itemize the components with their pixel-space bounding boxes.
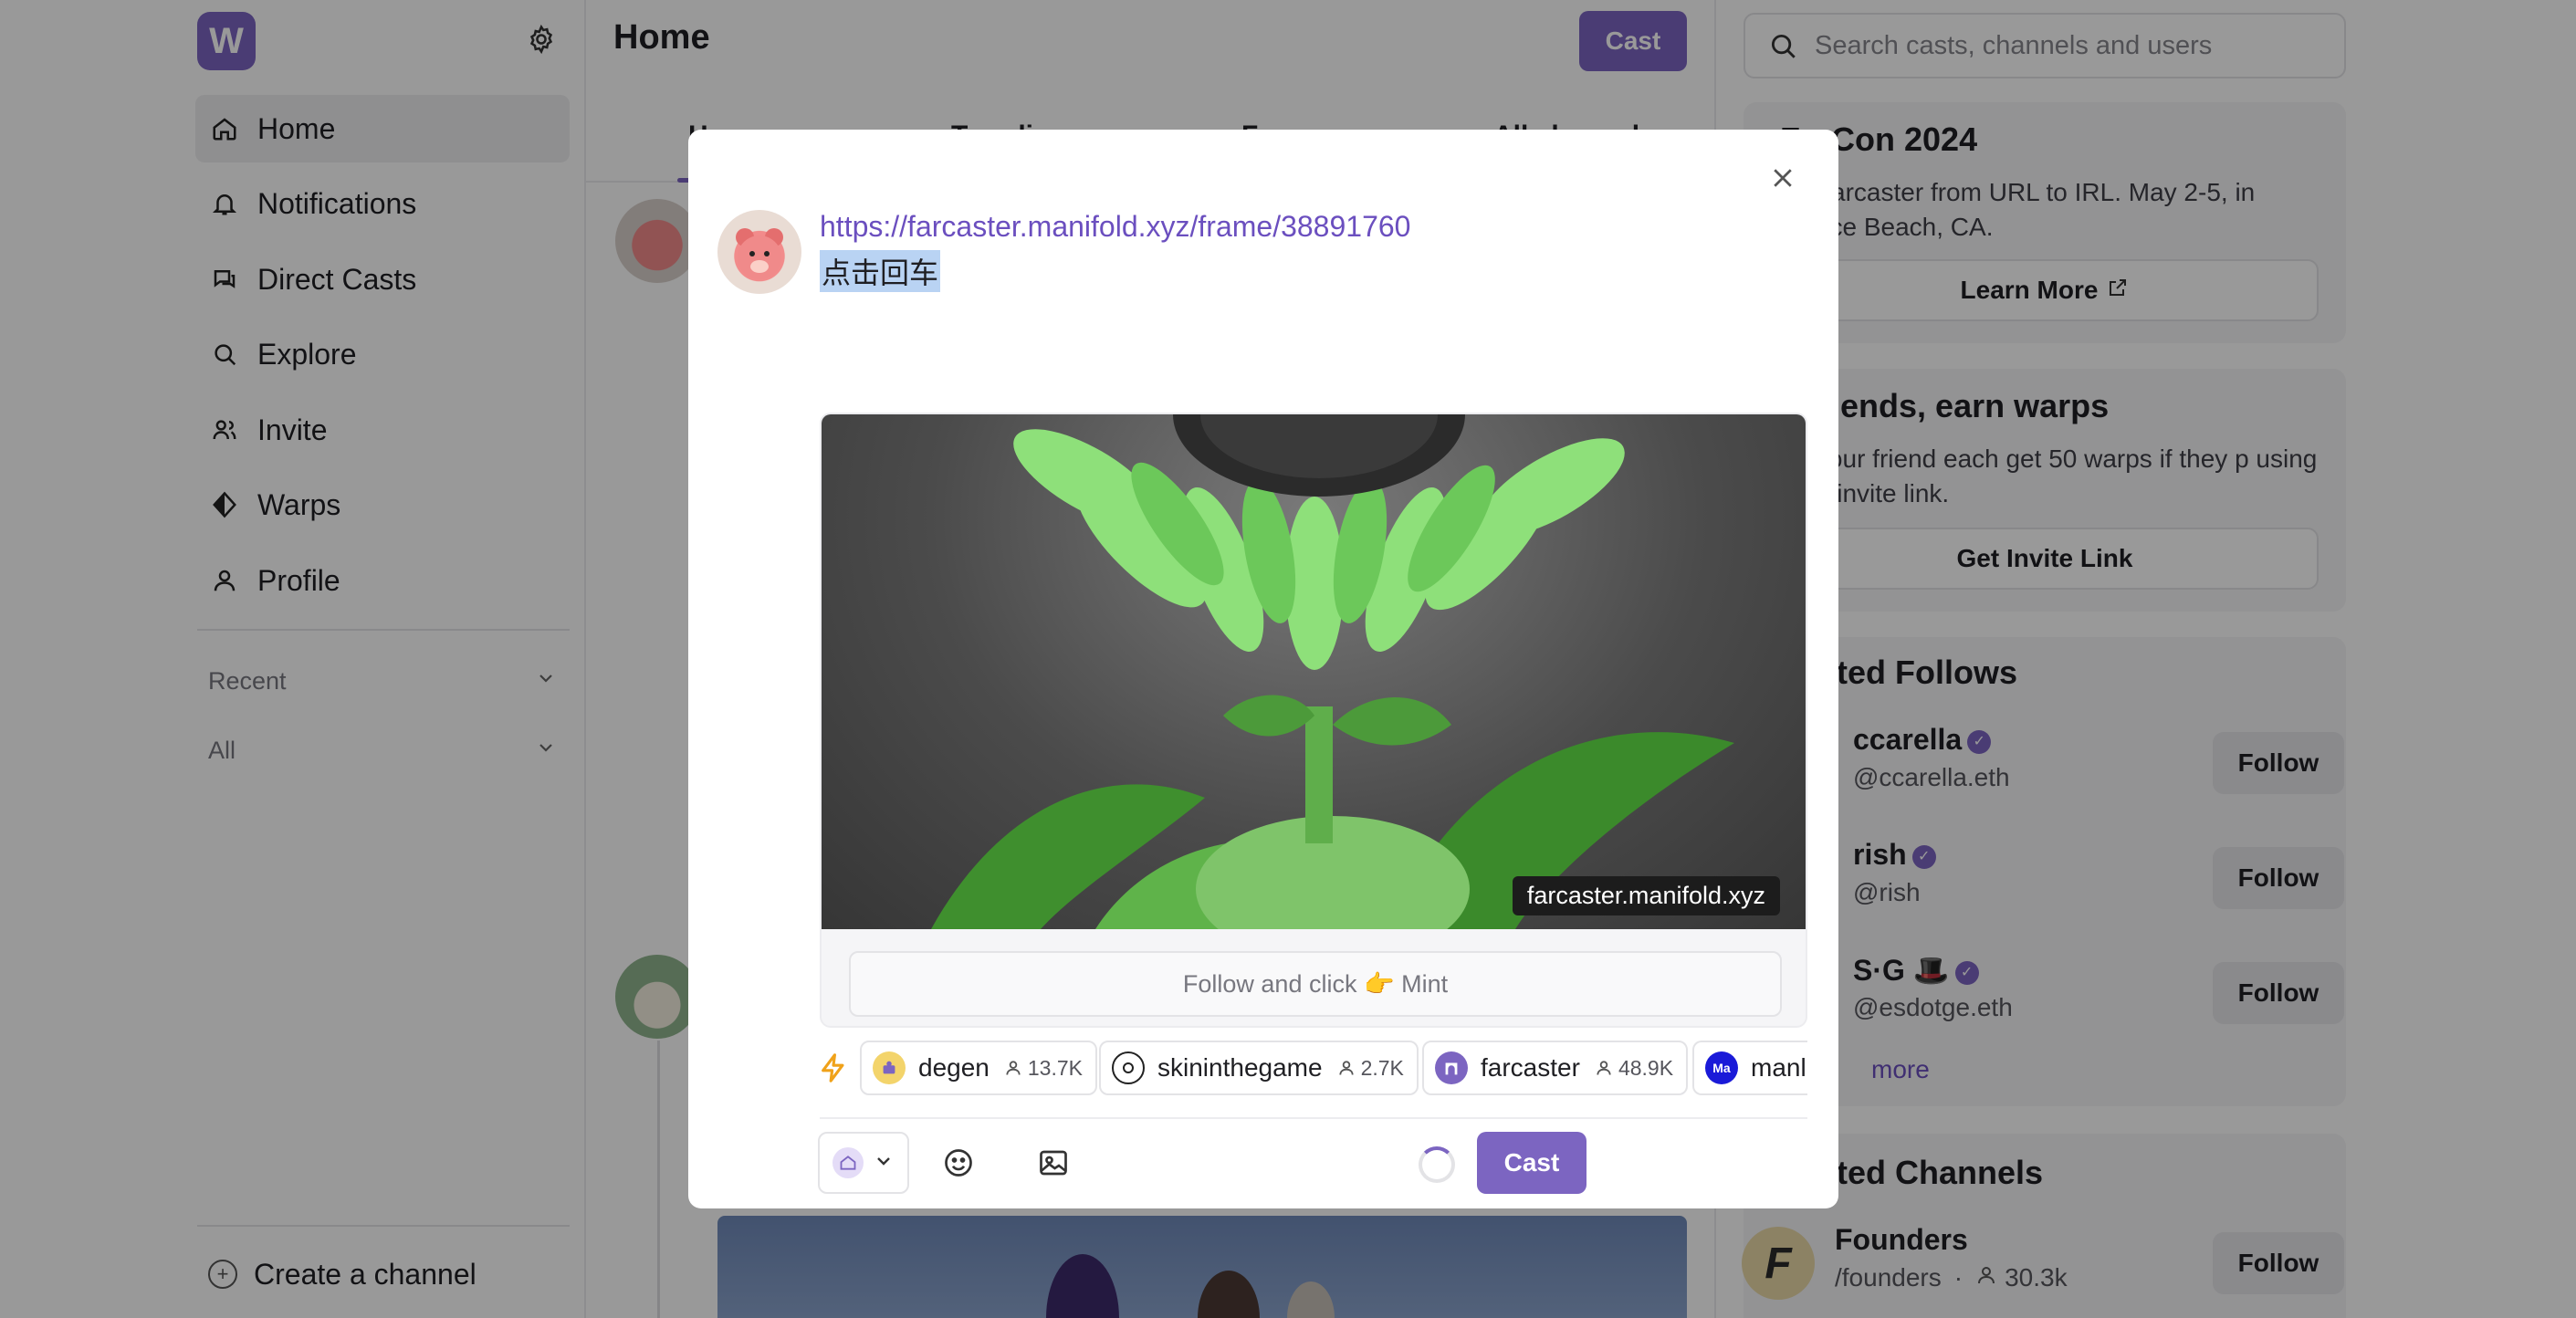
composer-avatar	[717, 210, 801, 294]
loading-spinner-icon	[1419, 1146, 1455, 1183]
channel-name: farcaster	[1481, 1053, 1580, 1082]
channel-count: 2.7K	[1337, 1056, 1404, 1081]
channel-avatar	[1112, 1051, 1145, 1084]
channel-count-value: 48.9K	[1618, 1055, 1674, 1080]
frame-domain-label: farcaster.manifold.xyz	[1512, 876, 1780, 915]
channel-name: degen	[918, 1053, 990, 1082]
lightning-icon	[818, 1051, 849, 1084]
channel-suggestions: degen 13.7K skininthegame 2.7K farcaster…	[818, 1041, 1807, 1095]
channel-avatar: Ma	[1705, 1051, 1738, 1084]
frame-embed: farcaster.manifold.xyz Follow and click …	[820, 413, 1807, 1028]
channel-name: skininthegame	[1157, 1053, 1323, 1082]
channel-avatar	[1435, 1051, 1468, 1084]
channel-name: manl	[1751, 1053, 1806, 1082]
chevron-down-icon	[873, 1150, 895, 1177]
emoji-icon[interactable]	[940, 1145, 977, 1181]
home-icon	[832, 1147, 864, 1178]
app-root: W Home Notifications Direct Casts Explor…	[0, 0, 2576, 1318]
frame-action-button[interactable]: Follow and click 👉 Mint	[849, 951, 1782, 1017]
composer-text-input[interactable]: 点击回车	[820, 250, 941, 292]
channel-count-value: 2.7K	[1360, 1055, 1404, 1080]
channel-chip-manifold[interactable]: Ma manl	[1692, 1041, 1807, 1095]
channel-count: 48.9K	[1595, 1056, 1673, 1081]
channel-count: 13.7K	[1004, 1056, 1083, 1081]
channel-chip-degen[interactable]: degen 13.7K	[860, 1041, 1097, 1095]
image-upload-icon[interactable]	[1035, 1145, 1072, 1181]
channel-chip-farcaster[interactable]: farcaster 48.9K	[1422, 1041, 1689, 1095]
channel-selector[interactable]	[818, 1132, 909, 1194]
close-icon[interactable]	[1762, 157, 1804, 199]
composer-divider	[820, 1117, 1807, 1119]
cast-composer-modal: https://farcaster.manifold.xyz/frame/388…	[688, 130, 1838, 1208]
composer-cast-button[interactable]: Cast	[1477, 1132, 1586, 1194]
composer-link[interactable]: https://farcaster.manifold.xyz/frame/388…	[820, 210, 1410, 244]
composer-toolbar: Cast	[818, 1130, 1811, 1196]
channel-avatar	[873, 1051, 906, 1084]
channel-chip-skininthegame[interactable]: skininthegame 2.7K	[1099, 1041, 1419, 1095]
frame-image[interactable]	[822, 414, 1806, 929]
channel-count-value: 13.7K	[1027, 1055, 1083, 1080]
